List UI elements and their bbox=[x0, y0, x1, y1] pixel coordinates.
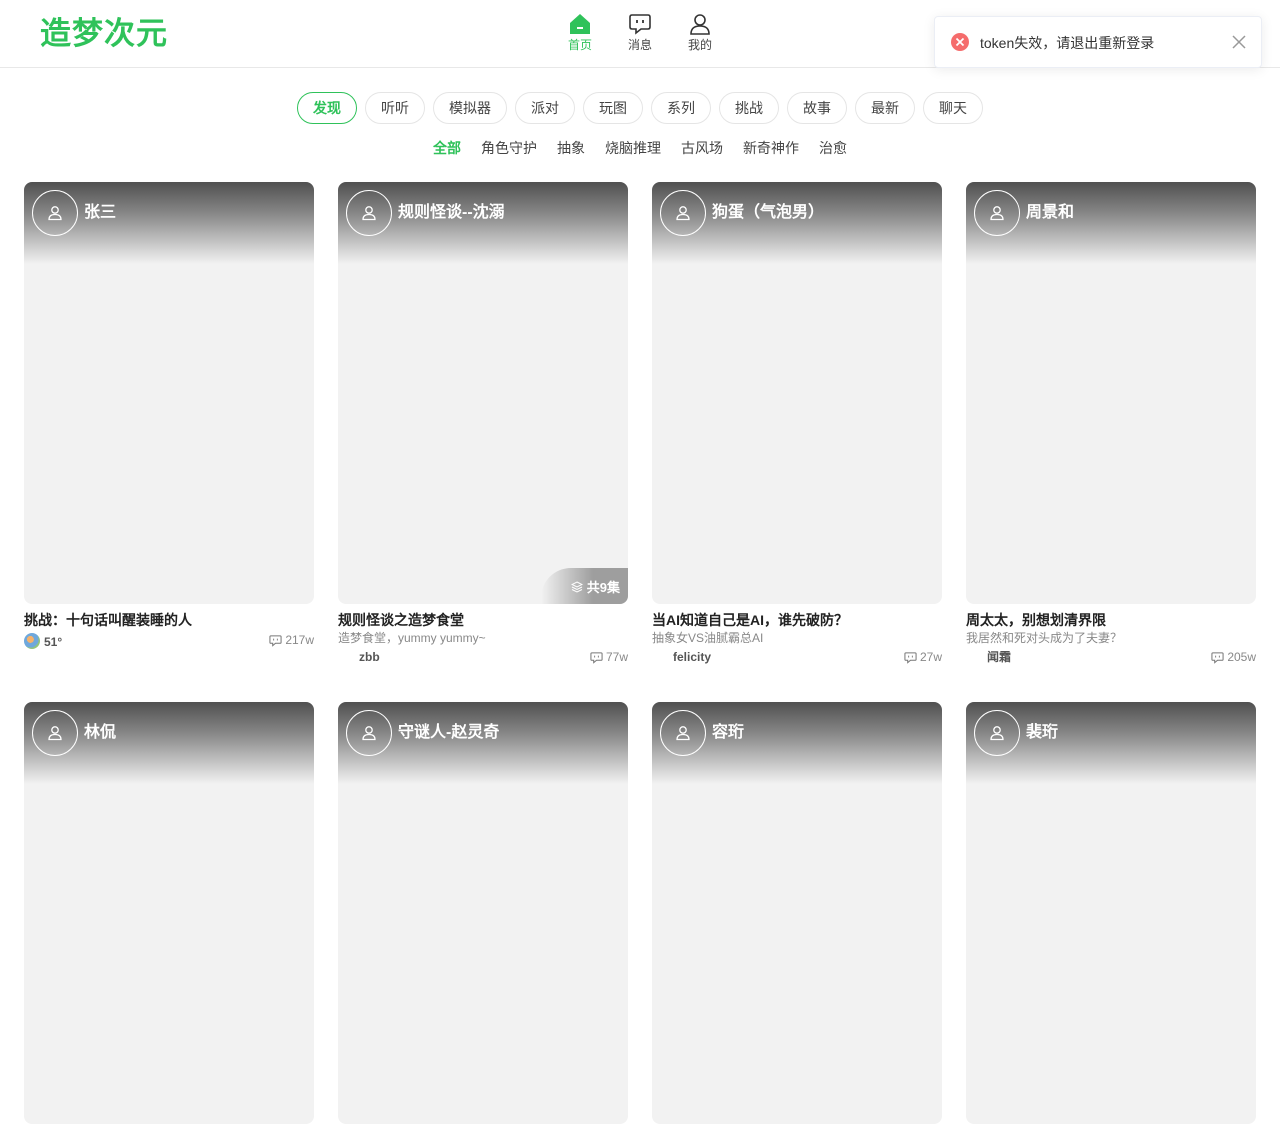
comment-count-value: 27w bbox=[919, 650, 942, 664]
character-name: 张三 bbox=[84, 204, 117, 221]
error-circle-icon bbox=[951, 33, 969, 51]
nav-home[interactable]: 首页 bbox=[558, 12, 602, 53]
character-avatar bbox=[660, 710, 706, 756]
nav-profile[interactable]: 我的 bbox=[678, 12, 722, 53]
card-author[interactable]: zbb bbox=[359, 650, 380, 664]
character-name: 林侃 bbox=[84, 724, 117, 741]
comment-icon bbox=[904, 651, 917, 664]
nav-messages-label: 消息 bbox=[627, 38, 652, 52]
comment-count-value: 217w bbox=[285, 633, 314, 647]
subtab-ancient[interactable]: 古风场 bbox=[681, 138, 723, 158]
character-name: 狗蛋（气泡男） bbox=[712, 204, 825, 221]
category-tabs: 发现 听听 模拟器 派对 玩图 系列 挑战 故事 最新 聊天 bbox=[0, 92, 1280, 124]
character-avatar bbox=[32, 190, 78, 236]
tab-party[interactable]: 派对 bbox=[515, 92, 575, 124]
author-name: 51° bbox=[44, 635, 63, 649]
layers-icon bbox=[571, 581, 584, 593]
episode-badge: 共9集 bbox=[541, 568, 628, 604]
tab-listen[interactable]: 听听 bbox=[365, 92, 425, 124]
card-cover[interactable]: 守谜人-赵灵奇 bbox=[338, 702, 628, 1124]
user-icon bbox=[690, 14, 710, 35]
home-icon bbox=[570, 14, 590, 34]
user-icon bbox=[676, 206, 690, 221]
character-avatar bbox=[32, 710, 78, 756]
nav-messages[interactable]: 消息 bbox=[618, 12, 662, 53]
character-avatar bbox=[974, 190, 1020, 236]
comment-icon bbox=[269, 634, 282, 647]
card-subtitle: 造梦食堂，yummy yummy~ bbox=[338, 631, 486, 645]
card-title[interactable]: 规则怪谈之造梦食堂 bbox=[338, 611, 464, 629]
card-author[interactable]: 闻霜 bbox=[987, 650, 1011, 664]
comment-count-value: 77w bbox=[605, 650, 628, 664]
comment-count: 217w bbox=[269, 633, 314, 647]
card-subtitle: 我居然和死对头成为了夫妻？ bbox=[966, 631, 1123, 645]
comment-count: 27w bbox=[904, 650, 942, 664]
author-avatar bbox=[24, 633, 40, 649]
episode-count: 共9集 bbox=[586, 580, 620, 595]
character-avatar bbox=[346, 190, 392, 236]
card-cover[interactable]: 周景和 bbox=[966, 182, 1256, 604]
card-cover[interactable]: 裴珩 bbox=[966, 702, 1256, 1124]
card-cover[interactable]: 容珩 bbox=[652, 702, 942, 1124]
user-icon bbox=[48, 726, 62, 741]
tab-play-image[interactable]: 玩图 bbox=[583, 92, 643, 124]
character-avatar bbox=[346, 710, 392, 756]
tab-series[interactable]: 系列 bbox=[651, 92, 711, 124]
character-name: 容珩 bbox=[712, 724, 745, 741]
subtab-mystery[interactable]: 烧脑推理 bbox=[605, 138, 661, 158]
character-name: 周景和 bbox=[1026, 204, 1075, 221]
app-logo[interactable]: 造梦次元 bbox=[40, 14, 168, 54]
comment-count: 77w bbox=[590, 650, 628, 664]
subcategory-tabs: 全部 角色守护 抽象 烧脑推理 古风场 新奇神作 治愈 bbox=[0, 138, 1280, 158]
card-cover[interactable]: 张三 bbox=[24, 182, 314, 604]
character-avatar bbox=[660, 190, 706, 236]
message-icon bbox=[629, 14, 651, 35]
card-subtitle: 抽象女VS油腻霸总AI bbox=[652, 631, 764, 645]
character-name: 守谜人-赵灵奇 bbox=[398, 724, 500, 741]
subtab-novel[interactable]: 新奇神作 bbox=[743, 138, 799, 158]
card-title[interactable]: 周太太，别想划清界限 bbox=[966, 611, 1106, 629]
character-name: 裴珩 bbox=[1026, 724, 1059, 741]
user-icon bbox=[48, 206, 62, 221]
subtab-guardian[interactable]: 角色守护 bbox=[481, 138, 537, 158]
comment-icon bbox=[1211, 651, 1224, 664]
card-author[interactable]: 51° bbox=[24, 633, 62, 649]
card-author[interactable]: felicity bbox=[673, 650, 711, 664]
comment-count-value: 205w bbox=[1227, 650, 1256, 664]
user-icon bbox=[990, 726, 1004, 741]
comment-icon bbox=[590, 651, 603, 664]
tab-challenge[interactable]: 挑战 bbox=[719, 92, 779, 124]
card-cover[interactable]: 规则怪谈--沈溺 共9集 bbox=[338, 182, 628, 604]
tab-simulator[interactable]: 模拟器 bbox=[433, 92, 507, 124]
user-icon bbox=[990, 206, 1004, 221]
user-icon bbox=[362, 726, 376, 741]
tab-story[interactable]: 故事 bbox=[787, 92, 847, 124]
subtab-all[interactable]: 全部 bbox=[433, 138, 461, 158]
user-icon bbox=[676, 726, 690, 741]
nav-profile-label: 我的 bbox=[687, 38, 712, 52]
character-name: 规则怪谈--沈溺 bbox=[398, 204, 505, 221]
tab-latest[interactable]: 最新 bbox=[855, 92, 915, 124]
tab-discover[interactable]: 发现 bbox=[297, 92, 357, 124]
card-title[interactable]: 挑战：十句话叫醒装睡的人 bbox=[24, 611, 192, 629]
tab-chat[interactable]: 聊天 bbox=[923, 92, 983, 124]
card-cover[interactable]: 狗蛋（气泡男） bbox=[652, 182, 942, 604]
user-icon bbox=[362, 206, 376, 221]
subtab-healing[interactable]: 治愈 bbox=[819, 138, 847, 158]
comment-count: 205w bbox=[1211, 650, 1256, 664]
card-cover[interactable]: 林侃 bbox=[24, 702, 314, 1124]
card-title[interactable]: 当AI知道自己是AI，谁先破防？ bbox=[652, 611, 848, 629]
close-icon[interactable] bbox=[1231, 34, 1247, 50]
error-toast: token失效，请退出重新登录 bbox=[934, 16, 1262, 68]
subtab-abstract[interactable]: 抽象 bbox=[557, 138, 585, 158]
toast-message: token失效，请退出重新登录 bbox=[980, 35, 1155, 51]
nav-home-label: 首页 bbox=[567, 38, 592, 52]
character-avatar bbox=[974, 710, 1020, 756]
